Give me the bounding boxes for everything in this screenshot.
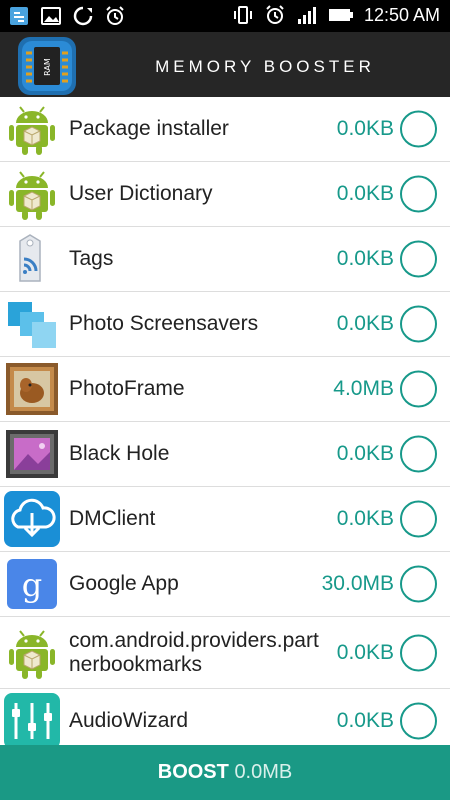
app-memory-size: 0.0KB	[336, 312, 394, 335]
vibrate-icon	[233, 6, 252, 24]
app-memory-size: 0.0KB	[336, 709, 394, 732]
android-icon	[9, 171, 55, 220]
audiowizard-icon	[4, 693, 60, 745]
photo-screensavers-icon	[8, 302, 56, 348]
dmclient-icon	[4, 491, 60, 547]
alarm-icon	[266, 5, 284, 24]
select-checkbox[interactable]	[400, 175, 437, 213]
app-memory-size: 0.0KB	[336, 507, 394, 530]
app-memory-size: 0.0KB	[336, 640, 394, 664]
list-item[interactable]: PhotoFrame 4.0MB	[0, 357, 450, 422]
process-list: Package installer 0.0KB User Dictionary …	[0, 97, 450, 745]
svg-text:g: g	[22, 566, 42, 604]
select-checkbox[interactable]	[400, 305, 437, 343]
select-checkbox[interactable]	[400, 370, 437, 408]
select-checkbox[interactable]	[400, 500, 437, 538]
select-checkbox[interactable]	[400, 435, 437, 473]
memory-chip-icon[interactable]: RAM	[18, 37, 76, 95]
list-item[interactable]: Black Hole 0.0KB	[0, 422, 450, 487]
battery-icon	[328, 9, 353, 21]
app-name: Photo Screensavers	[69, 312, 259, 335]
list-item[interactable]: com.android.providers.partnerbookmarks 0…	[0, 617, 450, 689]
app-memory-size: 0.0KB	[336, 247, 394, 270]
select-checkbox[interactable]	[400, 240, 437, 278]
google-icon: g	[7, 559, 57, 609]
list-item[interactable]: AudioWizard 0.0KB	[0, 689, 450, 745]
app-name: Package installer	[69, 117, 229, 140]
select-checkbox[interactable]	[400, 565, 437, 603]
select-checkbox[interactable]	[400, 634, 437, 671]
status-bar: 12:50 AM	[0, 0, 450, 32]
status-time: 12:50 AM	[363, 5, 440, 25]
page-title: MEMORY BOOSTER	[155, 57, 375, 76]
list-item[interactable]: Package installer 0.0KB	[0, 97, 450, 162]
tags-icon	[19, 234, 41, 282]
list-item[interactable]: Tags 0.0KB	[0, 227, 450, 292]
app-name: PhotoFrame	[69, 377, 185, 400]
app-memory-size: 0.0KB	[336, 117, 394, 140]
app-name: AudioWizard	[69, 709, 189, 732]
android-icon	[9, 629, 55, 679]
boost-value: 0.0MB	[234, 761, 293, 783]
app-bar: RAM MEMORY BOOSTER	[0, 32, 450, 102]
black-hole-icon	[6, 430, 58, 478]
select-checkbox[interactable]	[400, 702, 437, 740]
signal-icon	[297, 7, 316, 24]
app-memory-size: 30.0MB	[321, 572, 394, 595]
boost-label: BOOST	[157, 761, 229, 783]
screenshot-icon	[10, 7, 28, 25]
android-icon	[9, 106, 55, 155]
select-checkbox[interactable]	[400, 110, 437, 148]
app-memory-size: 4.0MB	[333, 377, 394, 400]
app-name: Black Hole	[69, 442, 170, 465]
list-item[interactable]: Photo Screensavers 0.0KB	[0, 292, 450, 357]
sync-icon	[73, 6, 93, 26]
alarm-icon	[106, 6, 124, 25]
list-item[interactable]: g Google App 30.0MB	[0, 552, 450, 617]
list-item[interactable]: DMClient 0.0KB	[0, 487, 450, 552]
svg-text:RAM: RAM	[43, 58, 52, 76]
app-name: com.android.providers.partnerbookmarks	[69, 628, 319, 676]
list-item[interactable]: User Dictionary 0.0KB	[0, 162, 450, 227]
boost-button[interactable]: BOOST 0.0MB	[0, 745, 450, 800]
image-icon	[41, 7, 61, 25]
app-name: Tags	[69, 247, 114, 270]
photoframe-icon	[6, 363, 58, 415]
app-memory-size: 0.0KB	[336, 442, 394, 465]
app-name: DMClient	[69, 507, 156, 530]
app-name: User Dictionary	[69, 182, 213, 205]
app-memory-size: 0.0KB	[336, 182, 394, 205]
app-name: Google App	[69, 572, 179, 595]
